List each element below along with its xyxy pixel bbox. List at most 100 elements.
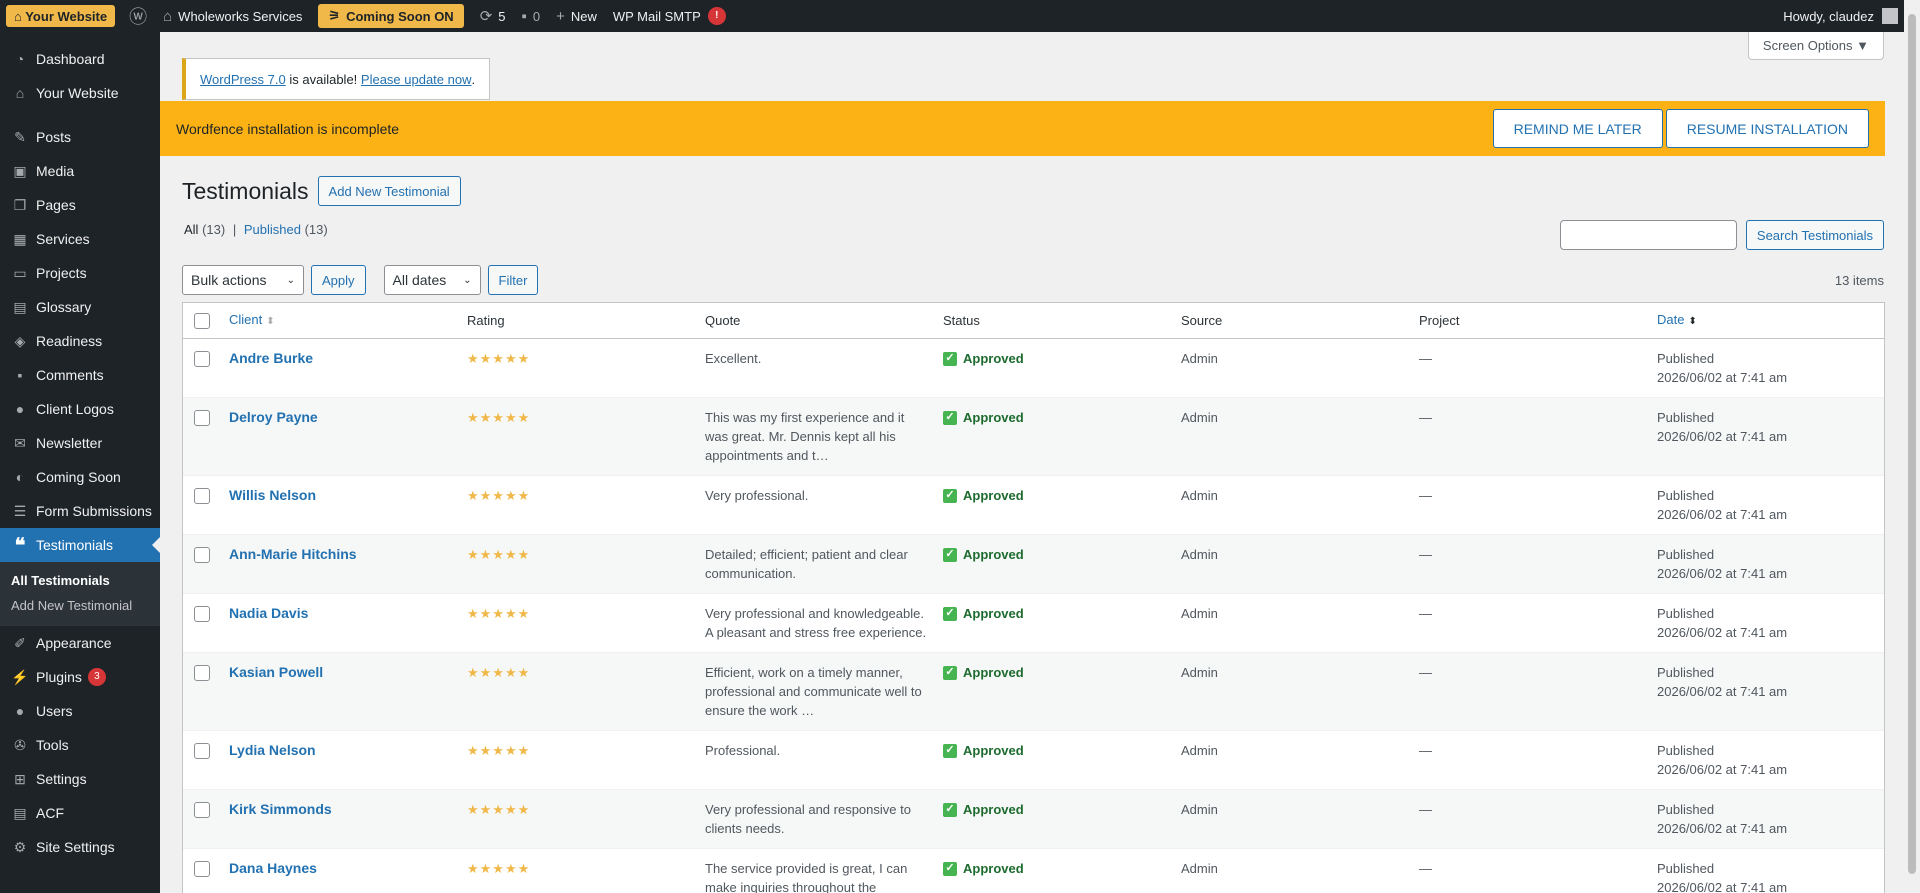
date-value: 2026/06/02 at 7:41 am [1657,429,1788,444]
client-name-link[interactable]: Willis Nelson [229,487,316,503]
sidebar-item-acf[interactable]: ▤ ACF [0,796,160,830]
source-cell: Admin [1181,351,1218,366]
add-new-testimonial-button[interactable]: Add New Testimonial [317,176,461,206]
sidebar-item-glossary[interactable]: ▤ Glossary [0,290,160,324]
sidebar-item-form-submissions[interactable]: ☰ Form Submissions [0,494,160,528]
sidebar-item-client-logos[interactable]: ● Client Logos [0,392,160,426]
row-checkbox[interactable] [194,488,210,504]
sidebar-item-pages[interactable]: ❐ Pages [0,188,160,222]
rating-cell: ★★★★★ [459,653,697,730]
client-cell: Kirk Simmonds [221,790,459,848]
client-name-link[interactable]: Lydia Nelson [229,742,316,758]
status-cell: ✓ Approved [935,535,1173,593]
table-row: Dana Haynes ★★★★★ The service provided is … [183,849,1884,893]
sidebar-item-testimonials[interactable]: ❝ Testimonials [0,528,160,562]
row-checkbox[interactable] [194,547,210,563]
update-notice-text: is available! [285,71,361,87]
source-cell: Admin [1181,743,1218,758]
star-rating: ★★★★★ [467,802,531,817]
search-testimonials-button[interactable]: Search Testimonials [1745,220,1884,250]
updates-link[interactable]: ⟳ 5 [472,0,514,32]
client-column-label: Client [229,312,263,327]
sidebar-item-settings[interactable]: ⊞ Settings [0,762,160,796]
sidebar-item-services[interactable]: ▦ Services [0,222,160,256]
submenu-all-testimonials[interactable]: All Testimonials [0,568,160,593]
client-name-link[interactable]: Dana Haynes [229,860,317,876]
sidebar-item-posts[interactable]: ✎ Posts [0,120,160,154]
update-notice: WordPress 7.0 is available! Please updat… [182,58,491,100]
column-client[interactable]: Client ⬍ [221,310,459,331]
date-status: Published [1657,410,1715,425]
coming-soon-toggle[interactable]: ⚞ Coming Soon ON [318,4,464,28]
row-checkbox[interactable] [194,802,210,818]
client-name-link[interactable]: Nadia Davis [229,605,308,621]
sidebar-item-coming-soon[interactable]: ◐ Coming Soon [0,460,160,494]
wp-mail-smtp-link[interactable]: WP Mail SMTP! [605,0,734,32]
row-checkbox[interactable] [194,861,210,877]
bulk-actions-select[interactable]: Bulk actions ⌄ [182,265,304,295]
search-input[interactable] [1559,220,1737,250]
update-now-link[interactable]: Please update now [361,72,472,87]
new-content-link[interactable]: + New [548,0,605,32]
client-name-link[interactable]: Kasian Powell [229,664,323,680]
updates-count: 5 [498,8,506,24]
sidebar-item-media[interactable]: ▣ Media [0,154,160,188]
row-checkbox[interactable] [194,410,210,426]
client-cell: Kasian Powell [221,653,459,730]
scrollbar-thumb[interactable] [1908,14,1916,874]
column-project: Project [1419,313,1460,328]
resume-installation-button[interactable]: RESUME INSTALLATION [1665,109,1869,148]
table-row: Kasian Powell ★★★★★ Efficient, work on a t… [183,653,1884,731]
row-checkbox[interactable] [194,606,210,622]
client-name-link[interactable]: Delroy Payne [229,409,318,425]
client-name-link[interactable]: Kirk Simmonds [229,801,332,817]
apply-button[interactable]: Apply [311,265,366,295]
your-website-button[interactable]: ⌂ Your Website [6,5,116,27]
site-name-link[interactable]: ⌂ Wholeworks Services [155,0,310,32]
sidebar-item-site-settings[interactable]: ⚙ Site Settings [0,830,160,864]
row-checkbox[interactable] [194,351,210,367]
sidebar-item-comments[interactable]: ▪ Comments [0,358,160,392]
row-select-cell [183,594,221,652]
sidebar-item-dashboard[interactable]: ◔ Dashboard [0,42,160,76]
select-all-checkbox[interactable] [194,312,210,329]
status-label: Approved [963,861,1024,876]
client-name-link[interactable]: Ann-Marie Hitchins [229,546,357,562]
filter-published-link[interactable]: Published (13) [244,222,328,237]
comments-link[interactable]: ▪ 0 [514,0,549,32]
client-cell: Nadia Davis [221,594,459,652]
source-cell: Admin [1181,488,1218,503]
wordpress-version-link[interactable]: WordPress 7.0 [200,72,286,87]
row-checkbox[interactable] [194,743,210,759]
column-date[interactable]: Date ⬍ [1649,310,1884,331]
date-cell: Published 2026/06/02 at 7:41 am [1649,849,1884,893]
sidebar-item-label: Plugins [36,669,82,685]
filter-separator: | [232,222,237,237]
sidebar-item-newsletter[interactable]: ✉ Newsletter [0,426,160,460]
sidebar-item-your-website[interactable]: ⌂ Your Website [0,76,160,110]
date-value: 2026/06/02 at 7:41 am [1657,880,1788,893]
remind-me-later-button[interactable]: REMIND ME LATER [1492,109,1663,148]
sidebar-item-users[interactable]: ● Users [0,694,160,728]
client-name-link[interactable]: Andre Burke [229,350,313,366]
sidebar-item-plugins[interactable]: ⚡ Plugins 3 [0,660,160,694]
my-account-link[interactable]: Howdy, claudez [1775,0,1906,32]
sidebar-item-readiness[interactable]: ◈ Readiness [0,324,160,358]
page-scrollbar[interactable] [1904,0,1920,893]
sidebar-item-tools[interactable]: ✇ Tools [0,728,160,762]
filter-all-link[interactable]: All (13) [184,222,225,237]
date-filter-select[interactable]: All dates ⌄ [383,265,481,295]
site-name-label: Wholeworks Services [178,8,303,24]
sidebar-item-projects[interactable]: ▭ Projects [0,256,160,290]
gear-icon: ⚙ [13,838,27,855]
screen-options-button[interactable]: Screen Options ▼ [1747,32,1884,60]
wordpress-logo-icon[interactable]: ⓦ [121,0,155,32]
sidebar-item-label: Dashboard [36,51,105,67]
rating-cell: ★★★★★ [459,476,697,534]
row-checkbox[interactable] [194,665,210,681]
submenu-add-new-testimonial[interactable]: Add New Testimonial [0,593,160,618]
star-rating: ★★★★★ [467,488,531,503]
sidebar-item-appearance[interactable]: ✐ Appearance [0,626,160,660]
filter-button[interactable]: Filter [487,265,539,295]
testimonials-submenu: All Testimonials Add New Testimonial [0,562,160,626]
